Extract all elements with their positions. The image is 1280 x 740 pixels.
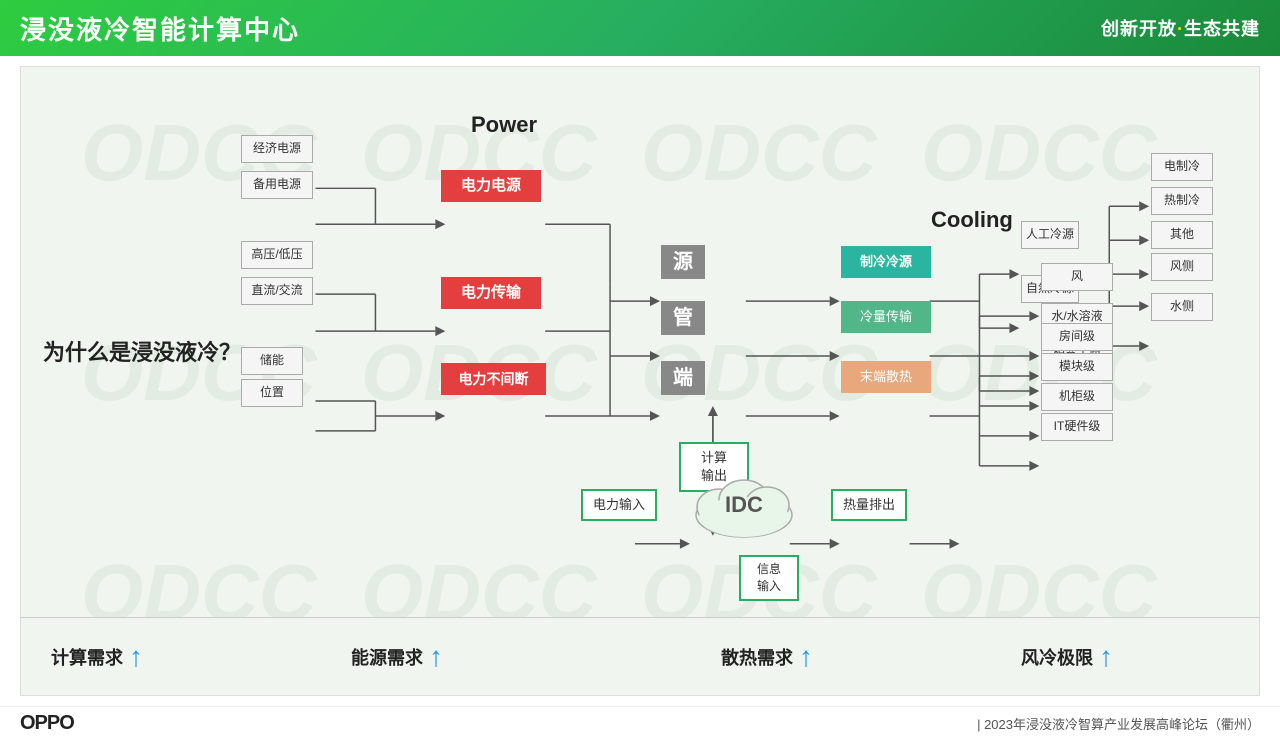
cooling-item-jigui: 机柜级: [1041, 383, 1113, 411]
header-title: 浸没液冷智能计算中心: [20, 10, 300, 47]
cooling-sub1-rengong: 人工冷源: [1021, 221, 1079, 249]
power-input-beiyong: 备用电源: [241, 171, 313, 199]
footer-text: | 2023年浸没液冷智算产业发展高峰论坛（衢州）: [977, 714, 1260, 733]
bottom-arrow-sanre: ↑: [799, 641, 813, 673]
power-box-dianli-bujinduan: 电力不间断: [441, 363, 546, 395]
bottom-label-nengyuan: 能源需求: [351, 644, 423, 670]
center-node-yuan: 源: [661, 245, 705, 279]
header-slogan: 创新开放·生态共建: [1101, 15, 1260, 41]
heat-output-box: 热量排出: [831, 489, 907, 521]
cooling-item-rezileng: 热制冷: [1151, 187, 1213, 215]
power-input-chuneng: 储能: [241, 347, 303, 375]
slogan-part2: 生态共建: [1184, 19, 1260, 39]
center-node-duan: 端: [661, 361, 705, 395]
cooling-item-qita: 其他: [1151, 221, 1213, 249]
cooling-item-fangjian: 房间级: [1041, 323, 1113, 351]
cooling-item-mokuai: 模块级: [1041, 353, 1113, 381]
header: 浸没液冷智能计算中心 创新开放·生态共建: [0, 0, 1280, 56]
cooling-item-fengce: 风侧: [1151, 253, 1213, 281]
watermark: ODCC: [921, 327, 1157, 419]
center-node-guan: 管: [661, 301, 705, 335]
slogan-dot: ·: [1177, 19, 1184, 39]
cooling-item-shuice: 水侧: [1151, 293, 1213, 321]
bottom-label-sanre: 散热需求: [721, 644, 793, 670]
bottom-arrow-nengyuan: ↑: [429, 641, 443, 673]
watermark: ODCC: [641, 107, 877, 199]
bottom-arrow-jisuan: ↑: [129, 641, 143, 673]
power-input-box: 电力输入: [581, 489, 657, 521]
idc-cloud: IDC: [689, 465, 799, 545]
left-label: 为什么是浸没液冷？: [43, 335, 241, 367]
power-input-zhiliu: 直流/交流: [241, 277, 313, 305]
info-input-box: 信息 输入: [739, 555, 799, 601]
cooling-title: Cooling: [931, 207, 1013, 233]
bottom-arrow-fengleng: ↑: [1099, 641, 1113, 673]
cooling-item-ithardware: IT硬件级: [1041, 413, 1113, 441]
power-input-gaoya: 高压/低压: [241, 241, 313, 269]
power-box-dianli-dianyuan: 电力电源: [441, 170, 541, 202]
bottom-item-jisuan: 计算需求 ↑: [51, 641, 251, 673]
content-area: ODCC ODCC ODCC ODCC ODCC ODCC ODCC ODCC …: [20, 66, 1260, 696]
cooling-box-zhileng: 制冷冷源: [841, 246, 931, 278]
slogan-part1: 创新开放: [1101, 19, 1177, 39]
cooling-box-mofansanre: 末端散热: [841, 361, 931, 393]
footer-logo: OPPO: [20, 712, 74, 735]
power-box-dianli-chuanshu: 电力传输: [441, 277, 541, 309]
power-input-jingji: 经济电源: [241, 135, 313, 163]
cooling-item-dianzileng: 电制冷: [1151, 153, 1213, 181]
footer: OPPO | 2023年浸没液冷智算产业发展高峰论坛（衢州）: [0, 706, 1280, 740]
bottom-bar: 计算需求 ↑ 能源需求 ↑ 散热需求 ↑ 风冷极限 ↑: [21, 617, 1259, 695]
power-input-weizhi: 位置: [241, 379, 303, 407]
power-title: Power: [471, 112, 537, 138]
watermark: ODCC: [921, 107, 1157, 199]
cooling-item-feng: 风: [1041, 263, 1113, 291]
idc-label: IDC: [725, 492, 763, 518]
cooling-box-lengchuanshu: 冷量传输: [841, 301, 931, 333]
connectors-svg: [21, 67, 1259, 695]
bottom-label-fengleng: 风冷极限: [1021, 644, 1093, 670]
bottom-item-sanre: 散热需求 ↑: [721, 641, 921, 673]
bottom-item-nengyuan: 能源需求 ↑: [351, 641, 551, 673]
bottom-label-jisuan: 计算需求: [51, 644, 123, 670]
bottom-item-fengleng: 风冷极限 ↑: [1021, 641, 1221, 673]
